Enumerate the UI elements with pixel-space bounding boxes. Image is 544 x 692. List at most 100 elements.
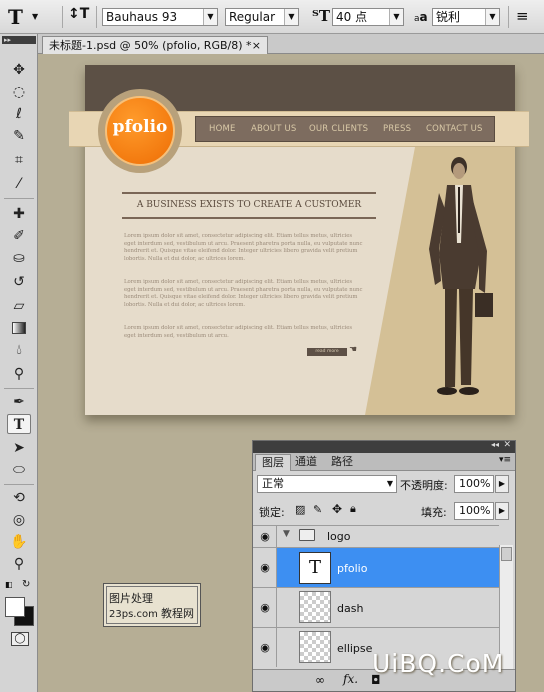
options-bar: T ▼ ↕T Bauhaus 93 ▼ Regular ▼ ᵀT 40 点 ▼ … [0, 0, 544, 34]
tool-preset-dropdown-icon[interactable]: ▼ [32, 12, 38, 21]
clone-stamp-tool-icon[interactable]: ⛀ [7, 248, 31, 268]
nav-item-clients: OUR CLIENTS [309, 124, 369, 134]
layer-row-pfolio[interactable]: ◉ T pfolio [253, 547, 499, 587]
headline-rule-bottom [122, 217, 376, 219]
text-layer-thumbnail: T [299, 552, 331, 584]
headline-rule-top [122, 192, 376, 194]
stamp-title: 图片处理 [109, 592, 153, 605]
3d-orbit-tool-icon[interactable]: ◎ [7, 510, 31, 530]
vintage-businessman-illustration [429, 157, 493, 395]
scroll-thumb[interactable] [501, 547, 512, 561]
font-style-select[interactable]: Regular ▼ [225, 8, 299, 26]
tab-paths[interactable]: 路径 [325, 454, 359, 471]
add-layer-style-icon[interactable]: fx. [343, 672, 358, 686]
eyedropper-tool-icon[interactable]: ⁄ [7, 174, 31, 194]
lasso-tool-icon[interactable]: ℓ [7, 104, 31, 124]
lock-image-icon[interactable]: ✎ [313, 503, 322, 516]
eraser-tool-icon[interactable]: ▱ [7, 296, 31, 316]
toolbox-divider [4, 198, 34, 199]
folder-icon [299, 529, 315, 541]
history-brush-tool-icon[interactable]: ↺ [7, 272, 31, 292]
default-colors-icon[interactable]: ◧ [5, 580, 15, 590]
read-more-button: read more [307, 348, 347, 356]
tab-layers[interactable]: 图层 [255, 454, 291, 471]
quick-mask-icon[interactable]: ◯ [11, 632, 29, 646]
type-tool-preset-icon[interactable]: T [8, 5, 23, 29]
nav-item-press: PRESS [383, 124, 412, 134]
hand-tool-icon[interactable]: ✋ [7, 532, 31, 552]
tab-channels[interactable]: 通道 [289, 454, 323, 471]
chevron-down-icon[interactable]: ▼ [485, 9, 499, 25]
chevron-down-icon[interactable]: ▼ [203, 9, 217, 25]
document-tab[interactable]: 未标题-1.psd @ 50% (pfolio, RGB/8) * × [42, 36, 268, 54]
type-tool-icon[interactable]: T [7, 414, 31, 434]
lock-transparency-icon[interactable]: ▨ [295, 503, 305, 516]
eye-icon[interactable]: ◉ [257, 531, 273, 543]
canvas-artwork[interactable]: HOME ABOUT US OUR CLIENTS PRESS CONTACT … [69, 65, 529, 415]
layer-name[interactable]: pfolio [337, 562, 367, 575]
panel-menu-icon[interactable]: ▾≡ [499, 455, 511, 465]
close-panel-icon[interactable]: ✕ [503, 440, 511, 450]
fill-input[interactable]: 100% [454, 502, 494, 520]
brush-tool-icon[interactable]: ✐ [7, 226, 31, 246]
stamp-subtitle: 23ps.com 教程网 [109, 605, 194, 621]
blur-tool-icon[interactable]: 💧︎ [7, 340, 31, 360]
foreground-color-swatch[interactable] [5, 597, 25, 617]
link-layers-icon[interactable]: ∞ [315, 673, 325, 687]
swap-colors-icon[interactable]: ↻ [22, 579, 30, 590]
opacity-input[interactable]: 100% [454, 475, 494, 493]
opacity-slider-arrow-icon[interactable]: ▶ [495, 475, 509, 493]
font-size-input[interactable]: 40 点 ▼ [332, 8, 404, 26]
chevron-down-icon[interactable]: ▼ [283, 529, 290, 539]
body-paragraph: Lorem ipsum dolor sit amet, consectetur … [124, 279, 363, 309]
body-paragraph: Lorem ipsum dolor sit amet, consectetur … [124, 325, 353, 339]
antialias-icon: aa [414, 10, 428, 24]
layer-group-row[interactable]: ◉ ▼ logo [253, 525, 499, 547]
lock-position-icon[interactable]: ✥ [332, 502, 342, 516]
healing-brush-tool-icon[interactable]: ✚ [7, 204, 31, 224]
eye-icon[interactable]: ◉ [257, 602, 273, 614]
layer-thumbnail [299, 591, 331, 623]
antialias-value: 锐利 [436, 10, 461, 24]
collapse-icon[interactable]: ◂◂ [491, 440, 499, 449]
toggle-text-orientation-icon[interactable]: ↕T [68, 6, 89, 22]
body-paragraph: Lorem ipsum dolor sit amet, consectetur … [124, 233, 363, 263]
layer-row-dash[interactable]: ◉ dash [253, 587, 499, 627]
eye-icon[interactable]: ◉ [257, 562, 273, 574]
dodge-tool-icon[interactable]: ⚲ [7, 364, 31, 384]
chevron-down-icon[interactable]: ▼ [284, 9, 298, 25]
close-icon[interactable]: × [252, 37, 261, 54]
panel-title-bar[interactable]: ◂◂ ✕ [253, 440, 515, 453]
toolbox-collapse-grip[interactable]: ▸▸ [2, 36, 36, 44]
fill-label: 填充: [421, 506, 447, 519]
nav-item-home: HOME [209, 124, 236, 134]
pen-tool-icon[interactable]: ✒ [7, 392, 31, 412]
quick-selection-tool-icon[interactable]: ✎ [7, 126, 31, 146]
stamp-suffix: 教程网 [161, 607, 195, 620]
document-tab-title: 未标题-1.psd @ 50% (pfolio, RGB/8) * [49, 39, 252, 52]
lock-all-icon[interactable]: 🔒︎ [350, 502, 356, 516]
eye-icon[interactable]: ◉ [257, 642, 273, 654]
stamp-domain: 23ps.com [109, 609, 158, 620]
align-left-icon[interactable]: ≡ [516, 7, 529, 25]
layer-name[interactable]: ellipse [337, 642, 372, 655]
marquee-tool-icon[interactable]: ◌ [7, 82, 31, 102]
3d-rotate-tool-icon[interactable]: ⟲ [7, 488, 31, 508]
gradient-tool-icon[interactable] [7, 318, 31, 338]
move-tool-icon[interactable]: ✥ [7, 60, 31, 80]
chevron-down-icon[interactable]: ▼ [389, 9, 403, 25]
logo-text: pfolio [112, 117, 168, 137]
chevron-down-icon[interactable]: ▼ [387, 476, 393, 492]
blend-mode-select[interactable]: 正常 ▼ [257, 475, 397, 493]
nav-menu: HOME ABOUT US OUR CLIENTS PRESS CONTACT … [195, 116, 495, 142]
crop-tool-icon[interactable]: ⌗ [7, 150, 31, 170]
group-name: logo [327, 530, 351, 543]
path-selection-tool-icon[interactable]: ➤ [7, 438, 31, 458]
antialias-select[interactable]: 锐利 ▼ [432, 8, 500, 26]
layer-name[interactable]: dash [337, 602, 363, 615]
font-family-select[interactable]: Bauhaus 93 ▼ [102, 8, 218, 26]
fill-slider-arrow-icon[interactable]: ▶ [495, 502, 509, 520]
toolbox-divider [4, 484, 34, 485]
shape-tool-icon[interactable]: ⬭ [7, 460, 31, 480]
zoom-tool-icon[interactable]: ⚲ [7, 554, 31, 574]
